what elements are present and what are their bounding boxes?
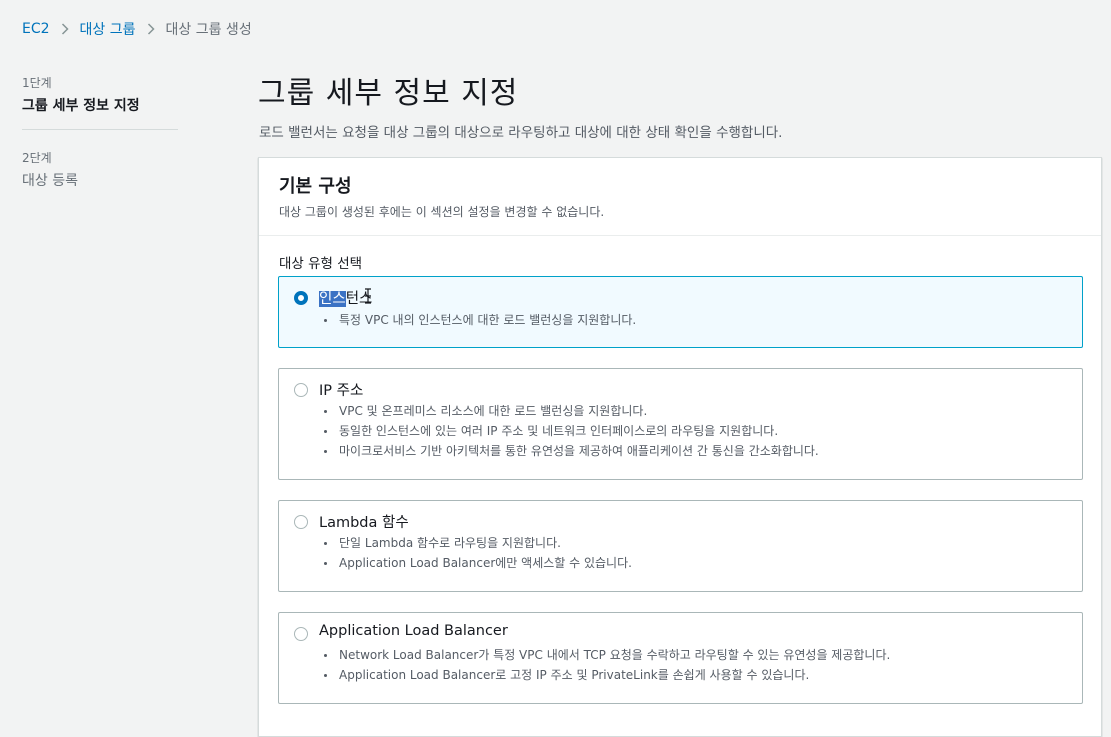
list-item: 동일한 인스턴스에 있는 여러 IP 주소 및 네트워크 인터페이스로의 라우팅…	[319, 421, 819, 441]
list-item: 마이크로서비스 기반 아키텍처를 통한 유연성을 제공하여 애플리케이션 간 통…	[319, 441, 819, 461]
breadcrumb-target-groups[interactable]: 대상 그룹	[80, 19, 136, 39]
radio-alb[interactable]	[294, 627, 308, 641]
target-type-alb-option[interactable]: Application Load Balancer Network Load B…	[278, 612, 1083, 704]
radio-ip[interactable]	[294, 383, 308, 397]
step-2: 2단계 대상 등록	[22, 149, 178, 190]
divider	[22, 129, 178, 130]
step-number: 1단계	[22, 76, 52, 90]
option-description: 단일 Lambda 함수로 라우팅을 지원합니다. Application Lo…	[319, 533, 632, 573]
step-title: 대상 등록	[22, 173, 78, 189]
page-description: 로드 밸런서는 요청을 대상 그룹의 대상으로 라우팅하고 대상에 대한 상태 …	[259, 125, 783, 141]
list-item: Network Load Balancer가 특정 VPC 내에서 TCP 요청…	[319, 645, 890, 665]
list-item: VPC 및 온프레미스 리소스에 대한 로드 밸런싱을 지원합니다.	[319, 401, 819, 421]
breadcrumb-ec2[interactable]: EC2	[22, 21, 50, 37]
target-type-lambda-option[interactable]: Lambda 함수 단일 Lambda 함수로 라우팅을 지원합니다. Appl…	[278, 500, 1083, 592]
option-title: Lambda 함수	[319, 515, 409, 531]
list-item: Application Load Balancer로 고정 IP 주소 및 Pr…	[319, 665, 890, 685]
option-title: Application Load Balancer	[319, 623, 508, 639]
list-item: Application Load Balancer에만 액세스할 수 있습니다.	[319, 553, 632, 573]
option-title: IP 주소	[319, 383, 364, 399]
step-number: 2단계	[22, 151, 52, 165]
step-1: 1단계 그룹 세부 정보 지정	[22, 74, 178, 115]
chevron-right-icon	[50, 21, 80, 37]
panel-subtitle: 대상 그룹이 생성된 후에는 이 섹션의 설정을 변경할 수 없습니다.	[279, 205, 605, 219]
option-description: Network Load Balancer가 특정 VPC 내에서 TCP 요청…	[319, 645, 890, 685]
selected-text: 인스	[319, 291, 346, 307]
radio-lambda[interactable]	[294, 515, 308, 529]
target-type-ip-option[interactable]: IP 주소 VPC 및 온프레미스 리소스에 대한 로드 밸런싱을 지원합니다.…	[278, 368, 1083, 480]
basic-configuration-panel: 기본 구성 대상 그룹이 생성된 후에는 이 섹션의 설정을 변경할 수 없습니…	[258, 157, 1102, 737]
option-description: VPC 및 온프레미스 리소스에 대한 로드 밸런싱을 지원합니다. 동일한 인…	[319, 401, 819, 461]
list-item: 단일 Lambda 함수로 라우팅을 지원합니다.	[319, 533, 632, 553]
list-item: 특정 VPC 내의 인스턴스에 대한 로드 밸런싱을 지원합니다.	[319, 310, 636, 330]
page-title: 그룹 세부 정보 지정	[258, 76, 519, 111]
panel-header: 기본 구성 대상 그룹이 생성된 후에는 이 섹션의 설정을 변경할 수 없습니…	[259, 158, 1101, 236]
breadcrumb-current: 대상 그룹 생성	[165, 22, 252, 38]
option-description: 특정 VPC 내의 인스턴스에 대한 로드 밸런싱을 지원합니다.	[319, 310, 636, 330]
panel-title: 기본 구성	[279, 176, 352, 197]
radio-instances[interactable]	[294, 291, 308, 305]
step-title: 그룹 세부 정보 지정	[22, 98, 140, 114]
breadcrumb: EC2 대상 그룹 대상 그룹 생성	[22, 19, 252, 39]
target-type-instances-option[interactable]: 인스턴스 특정 VPC 내의 인스턴스에 대한 로드 밸런싱을 지원합니다.	[278, 276, 1083, 348]
chevron-right-icon	[136, 21, 166, 37]
text-cursor-icon	[364, 288, 372, 308]
target-type-label: 대상 유형 선택	[279, 256, 363, 272]
wizard-steps: 1단계 그룹 세부 정보 지정 2단계 대상 등록	[22, 74, 178, 190]
